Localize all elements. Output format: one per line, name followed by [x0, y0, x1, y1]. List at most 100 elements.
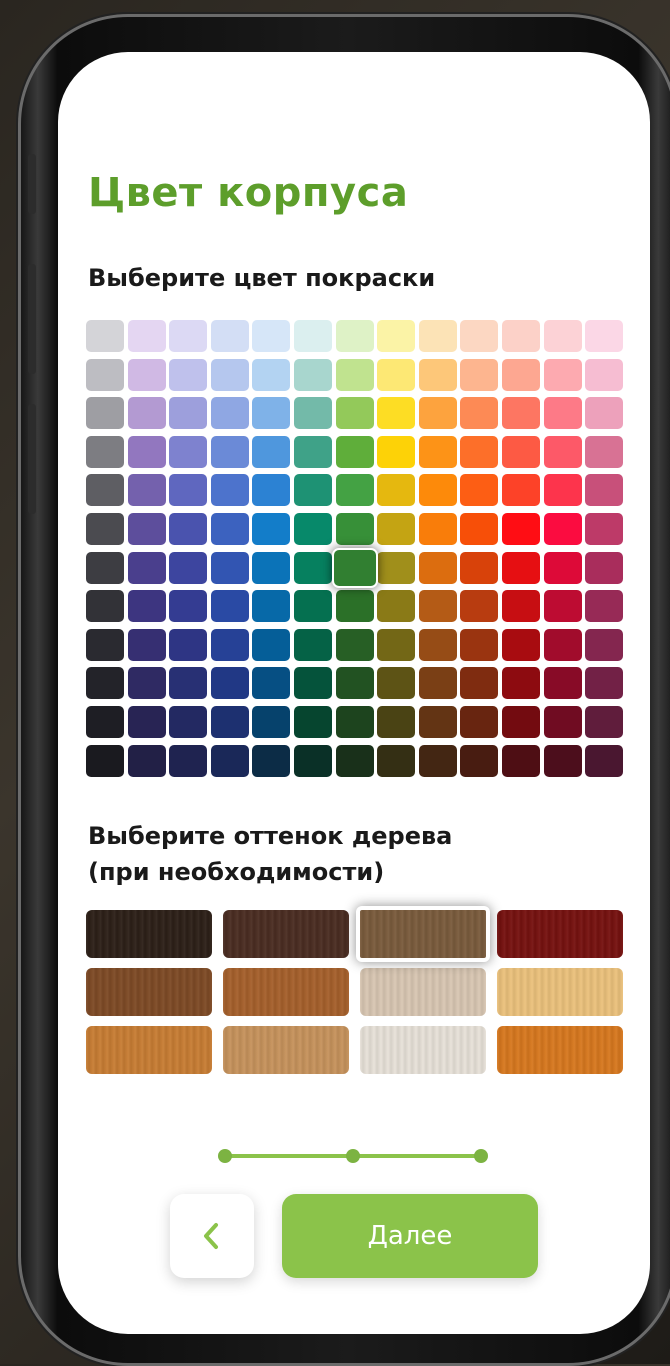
paint-swatch[interactable]	[502, 397, 540, 430]
paint-swatch[interactable]	[127, 435, 166, 468]
paint-swatch[interactable]	[585, 744, 624, 777]
paint-swatch[interactable]	[86, 551, 124, 584]
paint-swatch[interactable]	[543, 320, 582, 352]
paint-swatch[interactable]	[502, 513, 540, 545]
paint-swatch[interactable]	[418, 474, 457, 507]
paint-swatch[interactable]	[377, 744, 416, 777]
paint-swatch[interactable]	[460, 474, 499, 507]
paint-swatch[interactable]	[502, 358, 540, 391]
paint-swatch[interactable]	[252, 744, 291, 777]
paint-swatch[interactable]	[127, 551, 166, 584]
paint-swatch[interactable]	[585, 590, 624, 623]
paint-swatch[interactable]	[294, 397, 332, 430]
paint-swatch[interactable]	[169, 358, 208, 391]
paint-swatch[interactable]	[585, 435, 624, 468]
paint-swatch[interactable]	[585, 667, 624, 700]
paint-swatch[interactable]	[460, 435, 499, 468]
paint-swatch[interactable]	[418, 667, 457, 700]
paint-swatch[interactable]	[543, 706, 582, 738]
paint-swatch[interactable]	[543, 435, 582, 468]
paint-swatch[interactable]	[460, 667, 499, 700]
paint-swatch[interactable]	[502, 744, 540, 777]
paint-swatch[interactable]	[86, 744, 124, 777]
paint-swatch[interactable]	[210, 628, 249, 661]
paint-swatch[interactable]	[335, 667, 374, 700]
paint-swatch[interactable]	[460, 590, 499, 623]
paint-swatch[interactable]	[335, 706, 374, 738]
paint-swatch[interactable]	[418, 628, 457, 661]
wood-swatch[interactable]	[223, 968, 349, 1016]
paint-swatch[interactable]	[86, 513, 124, 545]
paint-swatch[interactable]	[127, 397, 166, 430]
paint-swatch[interactable]	[585, 513, 624, 545]
paint-swatch[interactable]	[377, 590, 416, 623]
paint-swatch[interactable]	[210, 667, 249, 700]
paint-swatch[interactable]	[502, 474, 540, 507]
paint-swatch[interactable]	[294, 513, 332, 545]
paint-swatch[interactable]	[335, 320, 374, 352]
paint-swatch[interactable]	[127, 706, 166, 738]
paint-swatch[interactable]	[210, 551, 249, 584]
paint-swatch[interactable]	[210, 513, 249, 545]
wood-swatch[interactable]	[86, 1026, 212, 1074]
paint-swatch[interactable]	[418, 320, 457, 352]
paint-swatch[interactable]	[294, 474, 332, 507]
paint-swatch[interactable]	[377, 320, 416, 352]
paint-swatch[interactable]	[335, 744, 374, 777]
paint-swatch[interactable]	[377, 628, 416, 661]
paint-swatch[interactable]	[335, 513, 374, 545]
wood-swatch[interactable]	[356, 906, 490, 962]
wood-swatch[interactable]	[86, 968, 212, 1016]
paint-swatch[interactable]	[377, 513, 416, 545]
paint-swatch[interactable]	[543, 744, 582, 777]
paint-swatch[interactable]	[210, 474, 249, 507]
wood-swatch[interactable]	[497, 1026, 623, 1074]
paint-swatch[interactable]	[502, 667, 540, 700]
paint-swatch[interactable]	[377, 397, 416, 430]
paint-swatch[interactable]	[86, 590, 124, 623]
paint-swatch[interactable]	[252, 474, 291, 507]
paint-swatch[interactable]	[252, 513, 291, 545]
paint-swatch[interactable]	[377, 667, 416, 700]
paint-swatch[interactable]	[377, 358, 416, 391]
paint-swatch[interactable]	[460, 320, 499, 352]
paint-swatch[interactable]	[418, 358, 457, 391]
paint-swatch[interactable]	[169, 706, 208, 738]
paint-swatch[interactable]	[377, 435, 416, 468]
paint-swatch[interactable]	[169, 435, 208, 468]
paint-swatch[interactable]	[86, 474, 124, 507]
wood-swatch[interactable]	[497, 910, 623, 958]
wood-swatch[interactable]	[360, 1026, 486, 1074]
paint-swatch[interactable]	[585, 551, 624, 584]
paint-swatch[interactable]	[294, 320, 332, 352]
paint-swatch[interactable]	[585, 628, 624, 661]
next-button[interactable]: Далее	[282, 1194, 538, 1278]
paint-swatch[interactable]	[294, 551, 332, 584]
paint-swatch[interactable]	[335, 358, 374, 391]
paint-swatch[interactable]	[543, 590, 582, 623]
paint-swatch[interactable]	[585, 706, 624, 738]
paint-swatch[interactable]	[169, 590, 208, 623]
paint-swatch[interactable]	[252, 320, 291, 352]
paint-swatch[interactable]	[543, 667, 582, 700]
paint-swatch[interactable]	[169, 513, 208, 545]
paint-swatch[interactable]	[86, 320, 124, 352]
paint-swatch[interactable]	[502, 435, 540, 468]
paint-swatch[interactable]	[543, 397, 582, 430]
paint-swatch[interactable]	[252, 667, 291, 700]
paint-swatch[interactable]	[252, 551, 291, 584]
paint-swatch[interactable]	[502, 551, 540, 584]
paint-swatch[interactable]	[502, 320, 540, 352]
paint-swatch[interactable]	[502, 706, 540, 738]
paint-swatch[interactable]	[294, 590, 332, 623]
paint-swatch[interactable]	[127, 474, 166, 507]
paint-swatch[interactable]	[210, 706, 249, 738]
paint-swatch[interactable]	[127, 320, 166, 352]
paint-swatch[interactable]	[252, 397, 291, 430]
paint-swatch[interactable]	[460, 628, 499, 661]
paint-swatch[interactable]	[169, 397, 208, 430]
paint-swatch[interactable]	[210, 397, 249, 430]
paint-swatch[interactable]	[169, 744, 208, 777]
paint-swatch[interactable]	[335, 474, 374, 507]
paint-swatch[interactable]	[169, 667, 208, 700]
